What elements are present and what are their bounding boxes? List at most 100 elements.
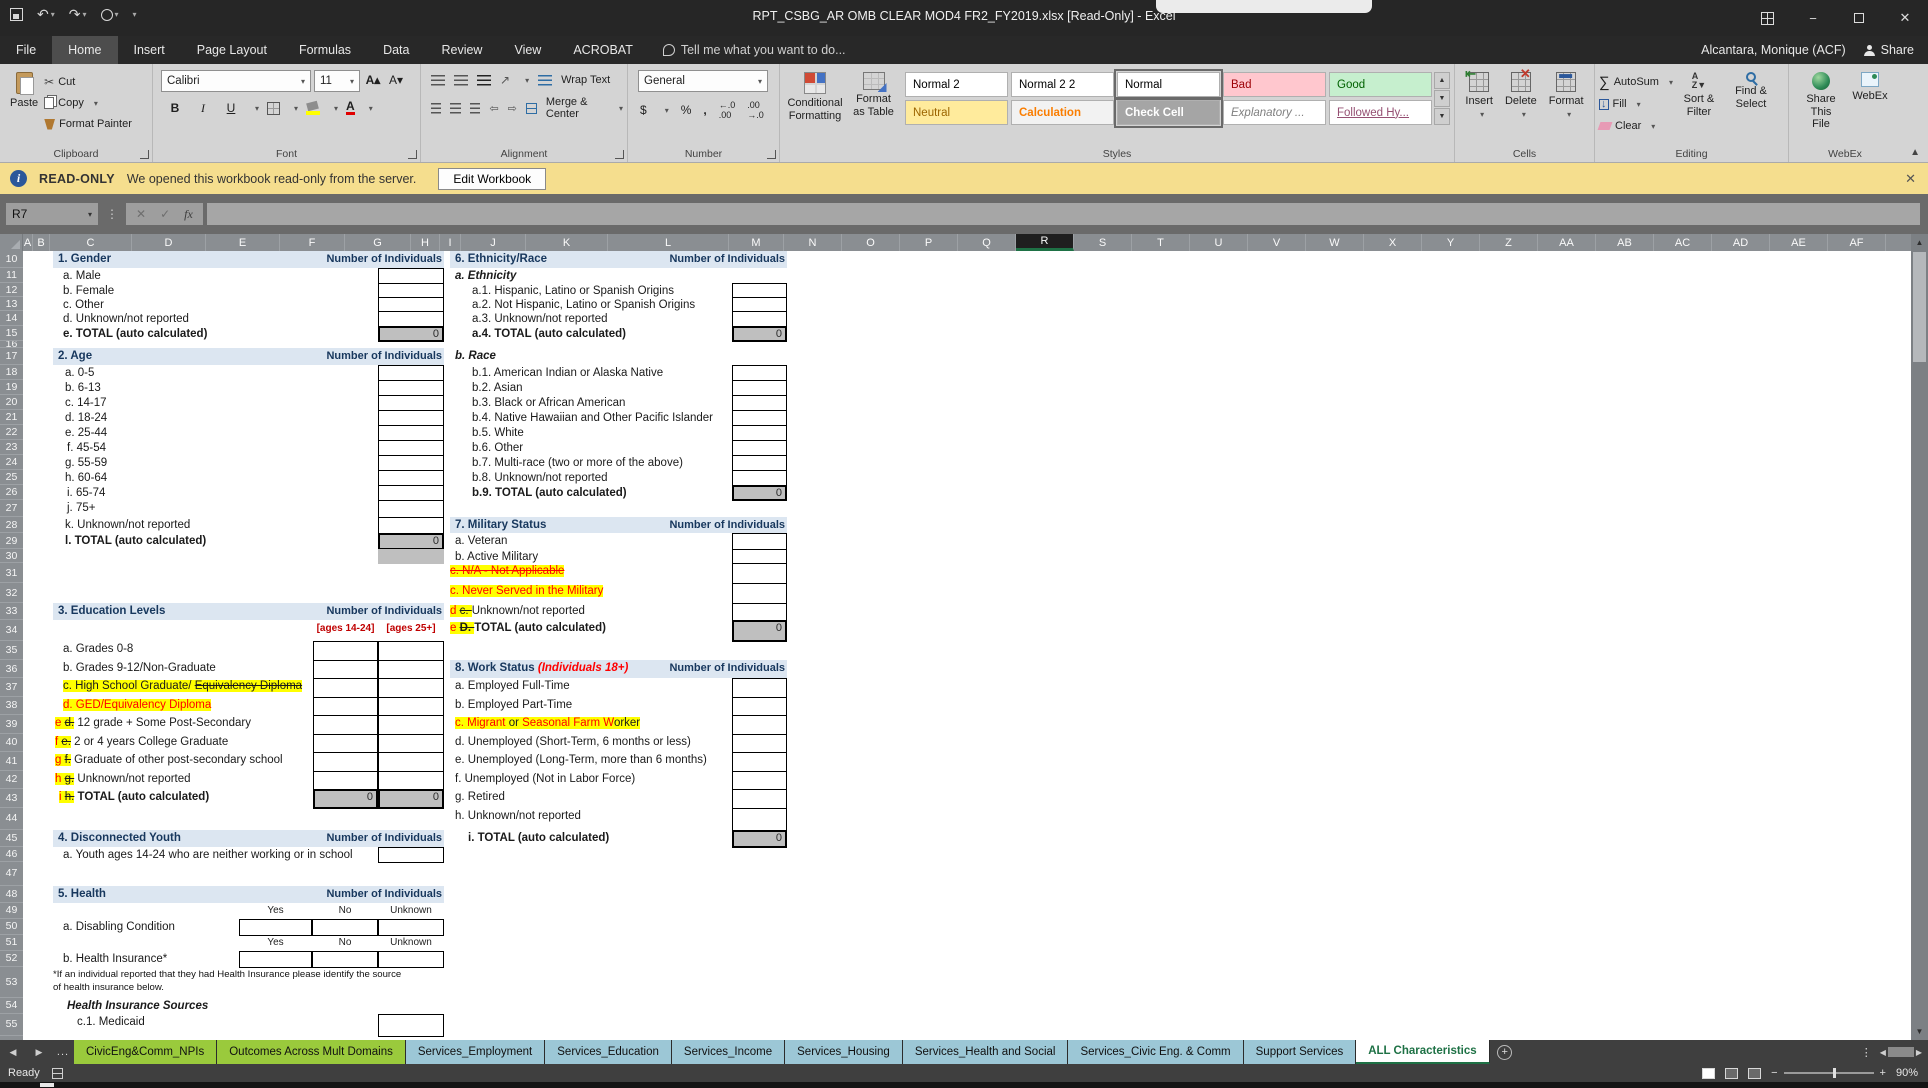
cell-total[interactable]: 0 [732, 485, 787, 501]
cell-total[interactable]: 0 [732, 830, 787, 848]
column-header-V[interactable]: V [1248, 234, 1306, 251]
new-sheet-button[interactable]: + [1490, 1040, 1520, 1064]
cell-input[interactable] [378, 440, 444, 456]
row-header-40[interactable]: 40 [0, 734, 23, 753]
column-header-T[interactable]: T [1132, 234, 1190, 251]
vertical-scrollbar[interactable]: ▲ ▼ [1911, 234, 1928, 1040]
ribbon-display-options-icon[interactable] [1744, 0, 1790, 36]
close-icon[interactable]: ✕ [1882, 0, 1928, 36]
sheet-tab-services-employment[interactable]: Services_Employment [406, 1040, 545, 1064]
account-name[interactable]: Alcantara, Monique (ACF) [1701, 43, 1846, 57]
cell-input[interactable] [378, 268, 444, 284]
font-dialog-launcher[interactable] [408, 150, 417, 159]
cancel-icon[interactable]: ✕ [136, 207, 146, 221]
bold-icon[interactable]: B [165, 98, 185, 118]
sheet-tab-services-education[interactable]: Services_Education [545, 1040, 672, 1064]
cell-input[interactable] [378, 641, 444, 661]
row-header-23[interactable]: 23 [0, 440, 23, 455]
row-header-14[interactable]: 14 [0, 311, 23, 326]
cell-input[interactable] [313, 752, 378, 772]
row-header-36[interactable]: 36 [0, 660, 23, 678]
enter-icon[interactable]: ✓ [160, 207, 170, 221]
zoom-slider[interactable]: − + [1771, 1067, 1886, 1079]
number-dialog-launcher[interactable] [767, 150, 776, 159]
row-header-44[interactable]: 44 [0, 808, 23, 830]
cell-input[interactable] [378, 455, 444, 471]
column-header-AB[interactable]: AB [1596, 234, 1654, 251]
page-break-view-icon[interactable] [1748, 1068, 1761, 1079]
cut-button[interactable]: ✂Cut [44, 72, 132, 92]
hscroll-left-icon[interactable]: ◀ [1880, 1048, 1886, 1057]
find-select-button[interactable]: Find & Select [1725, 68, 1777, 136]
row-header-28[interactable]: 28 [0, 517, 23, 533]
column-header-O[interactable]: O [842, 234, 900, 251]
column-header-AF[interactable]: AF [1828, 234, 1886, 251]
column-header-Z[interactable]: Z [1480, 234, 1538, 251]
number-format-select[interactable]: General▾ [638, 70, 768, 92]
formula-input[interactable] [207, 203, 1920, 225]
clipboard-dialog-launcher[interactable] [140, 150, 149, 159]
cell-input[interactable] [732, 789, 787, 809]
cell-input[interactable] [378, 660, 444, 679]
cell-input[interactable] [732, 283, 787, 298]
row-header-18[interactable]: 18 [0, 365, 23, 380]
cell-input[interactable] [313, 734, 378, 754]
row-header-26[interactable]: 26 [0, 485, 23, 500]
align-bottom-icon[interactable] [477, 75, 491, 86]
merge-center-icon[interactable] [526, 103, 537, 114]
shrink-font-icon[interactable]: A▾ [386, 70, 406, 90]
hscroll-thumb[interactable] [1888, 1047, 1914, 1057]
name-box[interactable]: R7▾ [6, 203, 98, 225]
sheet-tab-civiceng-comm-npis[interactable]: CivicEng&Comm_NPIs [74, 1040, 217, 1064]
align-top-icon[interactable] [431, 75, 445, 86]
column-header-F[interactable]: F [280, 234, 345, 251]
share-button[interactable]: Share [1864, 43, 1914, 57]
styles-scroll-up-icon[interactable]: ▲ [1434, 72, 1450, 89]
cell-input[interactable] [732, 425, 787, 441]
insert-function-icon[interactable]: fx [184, 207, 193, 222]
row-header-13[interactable]: 13 [0, 297, 23, 311]
zoom-in-icon[interactable]: + [1880, 1067, 1886, 1079]
sort-filter-button[interactable]: AZ▼ Sort & Filter [1673, 68, 1725, 136]
font-size-select[interactable]: 11▾ [314, 70, 360, 92]
style-normal-2-2[interactable]: Normal 2 2 [1011, 72, 1114, 97]
edit-workbook-button[interactable]: Edit Workbook [438, 168, 546, 190]
row-header-17[interactable]: 17 [0, 348, 23, 365]
comma-style-icon[interactable]: , [703, 103, 706, 117]
zoom-level[interactable]: 90% [1896, 1067, 1918, 1079]
column-header-J[interactable]: J [461, 234, 526, 251]
cell-input[interactable] [378, 395, 444, 411]
minimize-icon[interactable]: − [1790, 0, 1836, 36]
row-header-11[interactable]: 11 [0, 268, 23, 283]
row-header-46[interactable]: 46 [0, 847, 23, 862]
row-header-55[interactable]: 55 [0, 1014, 23, 1036]
format-cells-button[interactable]: ▬ Format▾ [1543, 68, 1590, 123]
column-header-G[interactable]: G [345, 234, 411, 251]
increase-decimal-icon[interactable]: ←.0.00 [719, 100, 736, 120]
cell-input[interactable] [732, 583, 787, 604]
cell-input[interactable] [378, 470, 444, 486]
column-header-H[interactable]: H [411, 234, 440, 251]
cell-total[interactable]: 0 [732, 620, 787, 642]
cell-total[interactable]: 0 [378, 789, 444, 809]
column-header-W[interactable]: W [1306, 234, 1364, 251]
sheet-tab-all-characteristics[interactable]: ALL Characteristics [1356, 1040, 1489, 1064]
tell-me-box[interactable]: Tell me what you want to do... [649, 36, 860, 64]
cell-input[interactable] [378, 410, 444, 426]
row-header-41[interactable]: 41 [0, 752, 23, 771]
cell-input[interactable] [378, 311, 444, 327]
row-header-45[interactable]: 45 [0, 830, 23, 847]
cell-input[interactable] [313, 771, 378, 791]
cell-input[interactable] [378, 297, 444, 312]
share-this-file-button[interactable]: Share This File [1796, 68, 1846, 135]
align-right-icon[interactable] [470, 103, 480, 114]
cell-input[interactable] [732, 808, 787, 831]
styles-more-icon[interactable]: ▼ [1434, 108, 1450, 125]
cell-input[interactable] [378, 500, 444, 518]
borders-icon[interactable] [267, 102, 280, 115]
cell-input[interactable] [313, 678, 378, 698]
cell-input[interactable] [732, 440, 787, 456]
cell-input[interactable] [732, 752, 787, 772]
collapse-ribbon-icon[interactable]: ▲ [1910, 147, 1920, 158]
underline-icon[interactable]: U [221, 98, 241, 118]
